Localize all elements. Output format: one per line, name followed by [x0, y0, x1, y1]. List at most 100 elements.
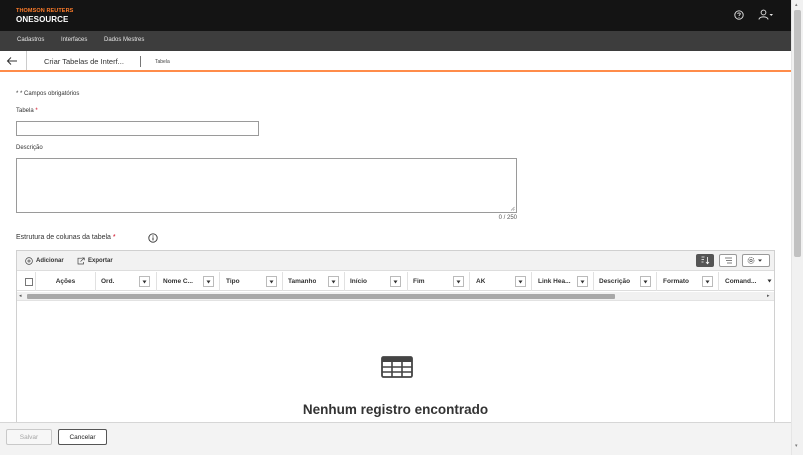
- column-header-ord[interactable]: Ord.: [96, 272, 157, 291]
- column-header-label: AK: [476, 278, 486, 285]
- back-arrow-icon[interactable]: [6, 56, 18, 66]
- add-button[interactable]: Adicionar: [25, 256, 64, 266]
- resize-grip-icon[interactable]: [510, 206, 515, 211]
- column-header-label: Ord.: [101, 278, 115, 285]
- sort-toggle-button[interactable]: [696, 254, 714, 267]
- caret-down-icon: [142, 280, 147, 283]
- list-lines-icon: [724, 257, 732, 264]
- column-header-comando[interactable]: Comand...: [719, 272, 774, 291]
- required-star: *: [35, 108, 38, 114]
- column-header-label: Tamanho: [288, 278, 317, 285]
- scrollbar-thumb[interactable]: [27, 294, 615, 299]
- add-button-label: Adicionar: [36, 258, 64, 264]
- column-header-nome[interactable]: Nome C...: [157, 272, 220, 291]
- breadcrumb: Tabela: [155, 59, 170, 65]
- column-header-label: Tipo: [226, 278, 240, 285]
- column-filter-button[interactable]: [266, 276, 277, 287]
- column-header-label: Nome C...: [163, 278, 193, 285]
- title-bar: Criar Tabelas de Interf... Tabela: [0, 51, 791, 72]
- top-bar: THOMSON REUTERS ONESOURCE: [0, 0, 791, 31]
- select-all-checkbox[interactable]: [25, 277, 33, 286]
- column-filter-button[interactable]: [640, 276, 651, 287]
- column-filter-button[interactable]: [139, 276, 150, 287]
- caret-down-icon: [206, 280, 211, 283]
- column-filter-button[interactable]: [203, 276, 214, 287]
- grid-toolbar: Adicionar Exportar: [17, 251, 774, 271]
- export-button-label: Exportar: [88, 258, 113, 264]
- tabela-input[interactable]: [16, 121, 259, 136]
- column-header-label: Fim: [413, 278, 425, 285]
- caret-down-icon: [331, 280, 336, 283]
- column-filter-button[interactable]: [390, 276, 401, 287]
- caret-down-icon: [643, 280, 648, 283]
- scrollbar-thumb[interactable]: [794, 10, 801, 257]
- column-filter-button[interactable]: [577, 276, 588, 287]
- caret-down-icon: [580, 280, 585, 283]
- page-vertical-scrollbar[interactable]: ▴ ▾: [791, 0, 803, 455]
- column-header-label: Link Hea...: [538, 278, 571, 285]
- descricao-label: Descrição: [16, 145, 43, 151]
- column-header-formato[interactable]: Formato: [657, 272, 719, 291]
- add-circle-icon: [25, 257, 33, 265]
- empty-state-message: Nenhum registro encontrado: [302, 402, 489, 417]
- caret-down-icon: [518, 280, 523, 283]
- brand-onesource: ONESOURCE: [16, 15, 69, 24]
- cancel-button[interactable]: Cancelar: [58, 429, 107, 445]
- nav-item-cadastros[interactable]: Cadastros: [17, 37, 44, 43]
- table-grid-icon: [381, 356, 413, 378]
- estrutura-label: Estrutura de colunas da tabela *: [16, 234, 116, 241]
- brand-thomson-reuters: THOMSON REUTERS: [16, 8, 74, 14]
- main-nav: Cadastros Interfaces Dados Mestres: [0, 31, 791, 51]
- column-filter-button[interactable]: [328, 276, 339, 287]
- select-all-cell: [17, 272, 36, 291]
- grid-header-row: Ações Ord. Nome C... Tipo Tamanho Início…: [17, 272, 774, 291]
- required-fields-note: * * Campos obrigatórios: [16, 91, 80, 97]
- column-header-link-header[interactable]: Link Hea...: [532, 272, 594, 291]
- help-icon[interactable]: [734, 10, 744, 20]
- user-menu-icon[interactable]: [758, 9, 774, 21]
- scroll-up-arrow[interactable]: ▴: [795, 2, 798, 8]
- column-header-tipo[interactable]: Tipo: [220, 272, 283, 291]
- column-header-label: Formato: [663, 278, 689, 285]
- info-icon[interactable]: [148, 233, 158, 243]
- column-header-label: Descrição: [599, 278, 631, 285]
- column-header-label: Início: [350, 278, 367, 285]
- caret-down-icon: [705, 280, 710, 283]
- nav-item-interfaces[interactable]: Interfaces: [61, 37, 87, 43]
- column-header-acoes: Ações: [36, 272, 96, 291]
- descricao-textarea[interactable]: [16, 158, 517, 213]
- column-filter-button[interactable]: [453, 276, 464, 287]
- sort-icon: [701, 256, 710, 265]
- char-counter: 0 / 250: [498, 215, 517, 221]
- column-header-inicio[interactable]: Início: [345, 272, 408, 291]
- column-header-label: Comand...: [725, 278, 757, 285]
- column-header-ak[interactable]: AK: [470, 272, 532, 291]
- scroll-right-arrow[interactable]: ▸: [767, 293, 770, 299]
- export-icon: [77, 257, 85, 265]
- settings-dropdown-button[interactable]: [742, 254, 770, 267]
- scroll-down-arrow[interactable]: ▾: [795, 443, 798, 449]
- export-button[interactable]: Exportar: [77, 256, 113, 266]
- caret-down-icon: [269, 280, 274, 283]
- tabela-label-text: Tabela: [16, 108, 34, 114]
- caret-down-icon[interactable]: [767, 279, 772, 283]
- grid-horizontal-scrollbar[interactable]: ◂ ▸: [17, 292, 774, 301]
- caret-down-icon: [393, 280, 398, 283]
- divider: [140, 56, 141, 67]
- required-star: *: [112, 234, 116, 241]
- gear-icon: [747, 257, 762, 264]
- save-button[interactable]: Salvar: [6, 429, 52, 445]
- column-filter-button[interactable]: [702, 276, 713, 287]
- column-header-tamanho[interactable]: Tamanho: [283, 272, 345, 291]
- column-header-descricao[interactable]: Descrição: [594, 272, 657, 291]
- footer-bar: Salvar Cancelar: [0, 422, 791, 455]
- estrutura-label-text: Estrutura de colunas da tabela: [16, 234, 111, 241]
- caret-down-icon: [456, 280, 461, 283]
- columns-button[interactable]: [719, 254, 737, 267]
- column-filter-button[interactable]: [515, 276, 526, 287]
- divider: [26, 51, 27, 70]
- column-header-fim[interactable]: Fim: [408, 272, 470, 291]
- nav-item-dados-mestres[interactable]: Dados Mestres: [104, 37, 144, 43]
- page-title: Criar Tabelas de Interf...: [44, 57, 124, 66]
- scroll-left-arrow[interactable]: ◂: [19, 293, 22, 299]
